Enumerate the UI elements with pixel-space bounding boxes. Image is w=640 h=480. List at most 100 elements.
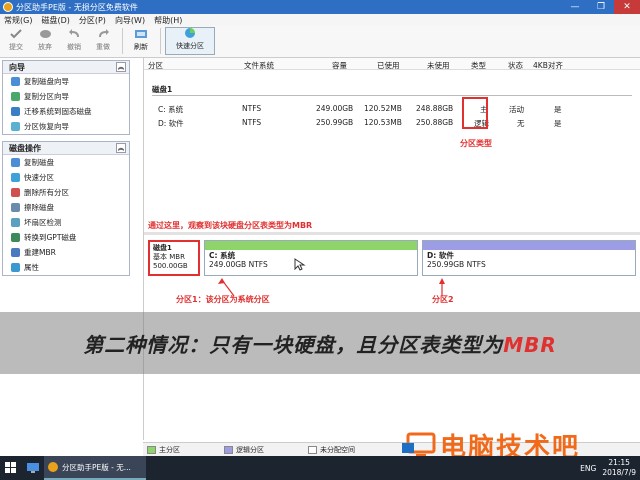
col-free[interactable]: 未使用 [427,60,450,71]
disk-map: 磁盘1 基本 MBR 500.00GB C: 系统 249.00GB NTFS … [148,240,636,276]
table-row[interactable]: D: 软件 NTFS 250.99GB 120.53MB 250.88GB 逻辑… [144,117,640,129]
partition-block-d[interactable]: D: 软件 250.99GB NTFS [422,240,636,276]
table-row[interactable]: C: 系统 NTFS 249.00GB 120.52MB 248.88GB 主 … [144,103,640,115]
app-icon [3,2,13,12]
menu-bar: 常规(G) 磁盘(D) 分区(P) 向导(W) 帮助(H) [0,14,640,26]
sidebar-item-wipe-disk[interactable]: 擦除磁盘 [3,200,129,215]
app-icon [48,462,58,472]
commit-button[interactable]: 提交 [2,26,30,56]
window-title: 分区助手PE版 - 无损分区免费软件 [16,2,138,12]
disk-ops-panel: 磁盘操作 ︽ 复制磁盘 快速分区 删除所有分区 擦除磁盘 坏扇区检测 转换到GP… [2,141,130,276]
annotation-arrows [218,278,445,296]
col-status[interactable]: 状态 [508,60,523,71]
copy-disk-icon [11,77,20,86]
col-used[interactable]: 已使用 [377,60,400,71]
annotation-partition-type: 分区类型 [460,139,492,148]
title-bar: 分区助手PE版 - 无损分区免费软件 — ❐ ✕ [0,0,640,14]
mbr-icon [11,248,20,257]
check-icon [9,27,23,40]
discard-button[interactable]: 放弃 [31,26,59,56]
toolbar-separator [160,28,161,54]
sidebar-item-partition-recovery[interactable]: 分区恢复向导 [3,119,129,134]
taskbar: 分区助手PE版 - 无... ENG 21:15 2018/7/9 [0,456,640,480]
sidebar-item-delete-all[interactable]: 删除所有分区 [3,185,129,200]
legend-swatch [308,445,317,454]
partition-block-c[interactable]: C: 系统 249.00GB NTFS [204,240,418,276]
sidebar: 向导 ︽ 复制磁盘向导 复制分区向导 迁移系统到固态磁盘 分区恢复向导 磁盘操作… [2,60,130,430]
menu-help[interactable]: 帮助(H) [154,15,182,26]
bad-sector-icon [11,218,20,227]
type-highlight-box [462,97,488,129]
copy-partition-icon [11,92,20,101]
sidebar-item-convert-gpt[interactable]: 转换到GPT磁盘 [3,230,129,245]
disk-group-label: 磁盘1 [152,85,173,94]
menu-general[interactable]: 常规(G) [4,15,32,26]
sidebar-item-quick-partition[interactable]: 快速分区 [3,170,129,185]
collapse-icon[interactable]: ︽ [116,143,126,153]
sidebar-item-copy-partition-wizard[interactable]: 复制分区向导 [3,89,129,104]
properties-icon [11,263,20,272]
refresh-button[interactable]: 刷新 [127,26,155,56]
sidebar-item-properties[interactable]: 属性 [3,260,129,275]
disk-ops-panel-header: 磁盘操作 ︽ [3,142,129,155]
legend-logical: 逻辑分区 [224,445,264,455]
redo-icon [96,27,110,40]
quick-partition-icon [11,173,20,182]
taskbar-explorer[interactable] [22,456,44,480]
table-header: 分区 文件系统 容量 已使用 未使用 类型 状态 4KB对齐 [144,58,640,70]
divider [152,95,632,96]
refresh-icon [134,27,148,40]
legend-swatch [224,445,233,454]
clock[interactable]: 21:15 2018/7/9 [602,458,636,478]
menu-partition[interactable]: 分区(P) [79,15,106,26]
language-indicator[interactable]: ENG [580,464,596,473]
recovery-icon [11,122,20,131]
restore-button[interactable]: ❐ [588,0,614,14]
partition-usage-bar [205,241,417,250]
taskbar-app-partition-assistant[interactable]: 分区助手PE版 - 无... [44,456,146,480]
watermark-logo-icon [402,432,436,457]
delete-icon [11,188,20,197]
annotation-mbr-hint: 通过这里，观察到该块硬盘分区表类型为MBR [148,221,313,230]
windows-icon [5,462,16,473]
system-tray: ENG 21:15 2018/7/9 [580,456,636,480]
undo-button[interactable]: 撤销 [60,26,88,56]
quick-partition-icon [183,27,197,41]
redo-button[interactable]: 重做 [89,26,117,56]
quick-partition-button[interactable]: 快速分区 [165,27,215,55]
wizard-panel-header: 向导 ︽ [3,61,129,74]
col-4k-align[interactable]: 4KB对齐 [533,60,563,71]
sidebar-item-bad-sector[interactable]: 坏扇区检测 [3,215,129,230]
collapse-icon[interactable]: ︽ [116,62,126,72]
sidebar-item-copy-disk[interactable]: 复制磁盘 [3,155,129,170]
wizard-panel: 向导 ︽ 复制磁盘向导 复制分区向导 迁移系统到固态磁盘 分区恢复向导 [2,60,130,135]
menu-disk[interactable]: 磁盘(D) [41,15,69,26]
col-capacity[interactable]: 容量 [332,60,347,71]
discard-icon [38,27,52,40]
migrate-icon [11,107,20,116]
legend-primary: 主分区 [147,445,180,455]
main-panel: 分区 文件系统 容量 已使用 未使用 类型 状态 4KB对齐 磁盘1 C: 系统… [143,58,640,440]
caption-banner: 第二种情况：只有一块硬盘，且分区表类型为MBR [0,312,640,374]
start-button[interactable] [0,456,22,480]
partition-usage-bar [423,241,635,250]
col-filesystem[interactable]: 文件系统 [244,60,274,71]
sidebar-item-copy-disk-wizard[interactable]: 复制磁盘向导 [3,74,129,89]
mouse-cursor-icon [294,258,306,271]
col-type[interactable]: 类型 [471,60,486,71]
convert-icon [11,233,20,242]
undo-icon [67,27,81,40]
minimize-button[interactable]: — [562,0,588,14]
pane-splitter[interactable] [144,232,640,235]
toolbar-separator [122,28,123,54]
col-partition[interactable]: 分区 [148,60,163,71]
sidebar-item-rebuild-mbr[interactable]: 重建MBR [3,245,129,260]
monitor-icon [27,463,39,473]
disk-card[interactable]: 磁盘1 基本 MBR 500.00GB [148,240,200,276]
sidebar-item-migrate-os[interactable]: 迁移系统到固态磁盘 [3,104,129,119]
wipe-icon [11,203,20,212]
menu-wizard[interactable]: 向导(W) [115,15,145,26]
copy-disk-icon [11,158,20,167]
legend-swatch [147,445,156,454]
close-button[interactable]: ✕ [614,0,640,14]
